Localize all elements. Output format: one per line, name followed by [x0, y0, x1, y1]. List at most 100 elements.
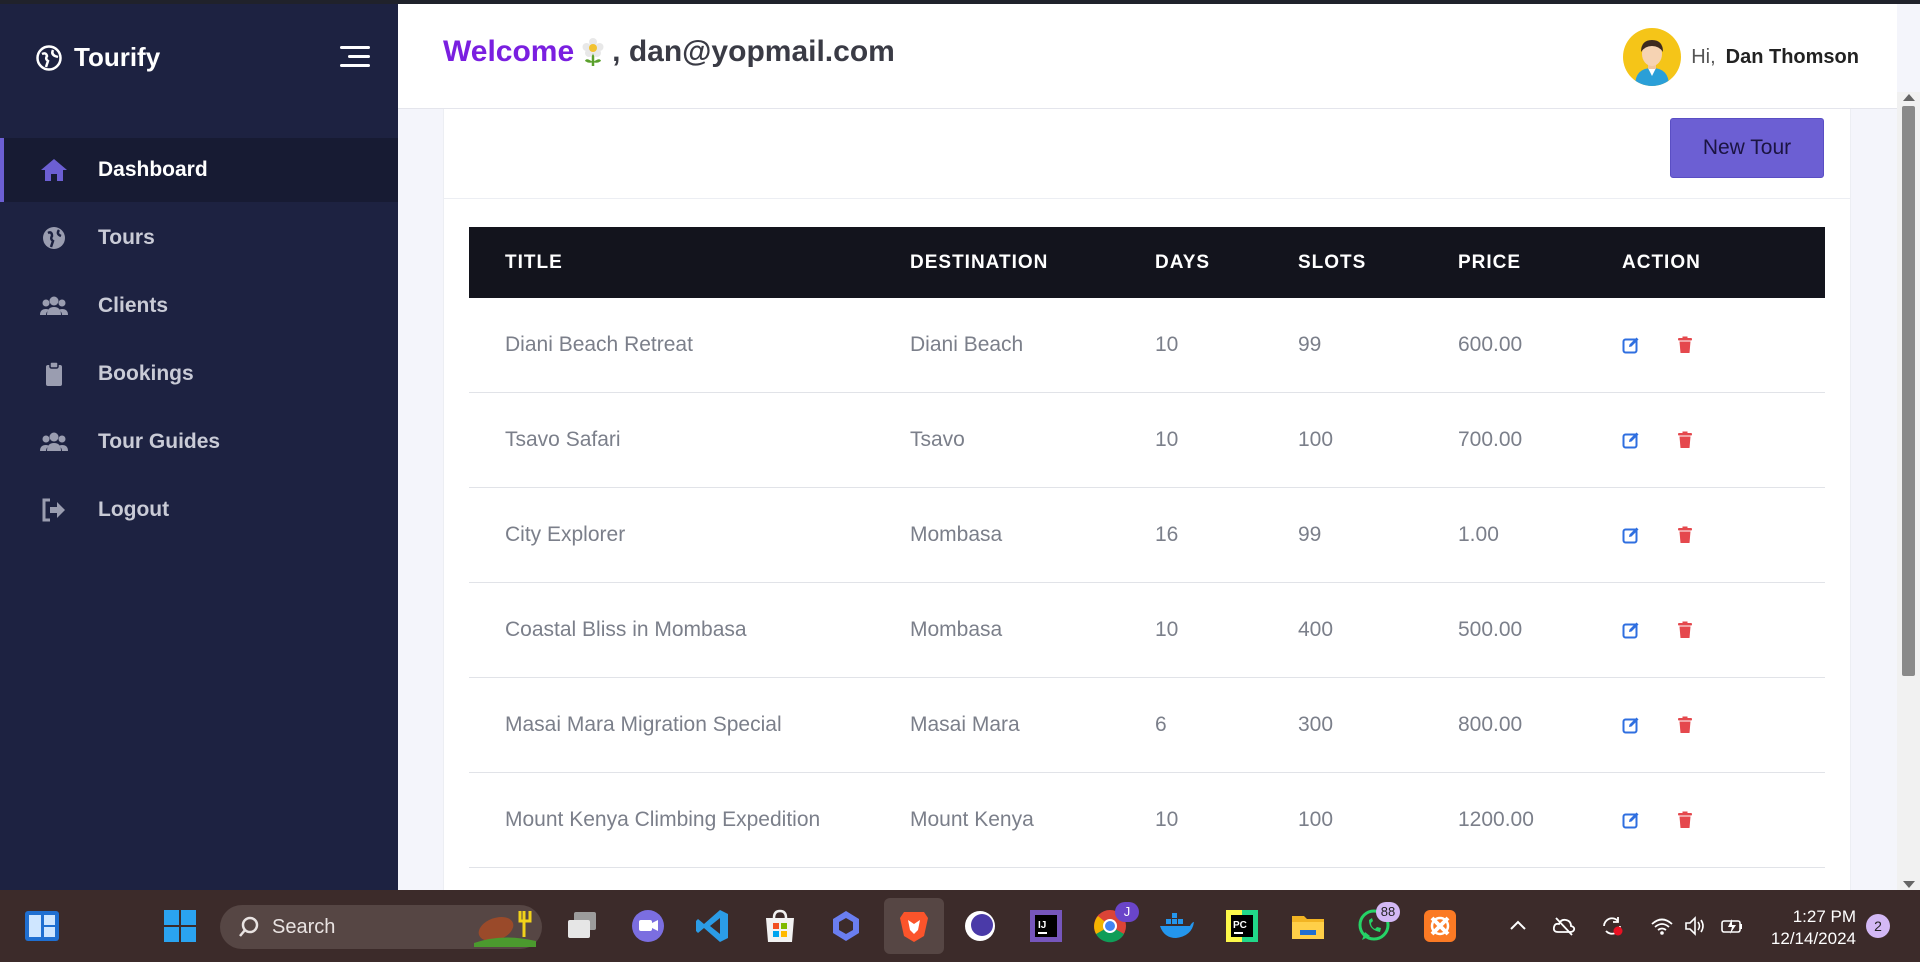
copilot-icon[interactable] [828, 908, 864, 944]
sidebar-item-logout[interactable]: Logout [0, 478, 398, 542]
search-icon [239, 916, 259, 937]
file-explorer-icon[interactable] [1290, 908, 1326, 944]
windows-start-icon[interactable] [162, 908, 198, 944]
page-scrollbar[interactable] [1897, 92, 1920, 890]
scroll-up-arrow-icon[interactable] [1903, 94, 1915, 101]
column-header-price[interactable]: PRICE [1458, 252, 1622, 274]
table-row: City Explorer Mombasa 16 99 1.00 [469, 488, 1825, 583]
sidebar-item-dashboard[interactable]: Dashboard [0, 138, 398, 202]
delete-icon[interactable] [1676, 431, 1694, 449]
pycharm-icon[interactable]: PC [1224, 908, 1260, 944]
edit-icon[interactable] [1622, 811, 1640, 829]
scroll-thumb[interactable] [1902, 106, 1915, 676]
chevron-up-icon[interactable] [1506, 915, 1530, 937]
sync-icon[interactable] [1600, 915, 1624, 937]
svg-text:PC: PC [1233, 920, 1247, 931]
battery-charging-icon[interactable] [1720, 915, 1744, 937]
clipboard-icon [46, 361, 62, 386]
cell-title: Coastal Bliss in Mombasa [505, 618, 747, 641]
whatsapp-unread-badge: 88 [1376, 902, 1400, 922]
table-row: Coastal Bliss in Mombasa Mombasa 10 400 … [469, 583, 1825, 678]
sidebar-item-clients[interactable]: Clients [0, 274, 398, 338]
delete-icon[interactable] [1676, 716, 1694, 734]
delete-icon[interactable] [1676, 336, 1694, 354]
users-icon [40, 296, 68, 315]
welcome-message: Welcome , dan@yopmail.com [443, 35, 895, 69]
user-name: Dan Thomson [1725, 45, 1859, 68]
edit-icon[interactable] [1622, 621, 1640, 639]
globe-icon [43, 227, 65, 249]
delete-icon[interactable] [1676, 526, 1694, 544]
cloud-offline-icon[interactable] [1552, 915, 1576, 937]
edit-icon[interactable] [1622, 716, 1640, 734]
cell-price: 1.00 [1458, 523, 1499, 546]
edit-icon[interactable] [1622, 336, 1640, 354]
clock-date: 12/14/2024 [1770, 929, 1856, 948]
scroll-down-arrow-icon[interactable] [1903, 881, 1915, 888]
clock-time: 1:27 PM [1792, 907, 1856, 926]
column-header-days[interactable]: DAYS [1155, 252, 1298, 274]
sidebar-item-bookings[interactable]: Bookings [0, 342, 398, 406]
table-row: Diani Beach Retreat Diani Beach 10 99 60… [469, 298, 1825, 393]
new-tour-button[interactable]: New Tour [1670, 118, 1824, 178]
card-toolbar: New Tour [444, 109, 1850, 199]
system-clock[interactable]: 1:27 PM 12/14/2024 [1764, 906, 1856, 950]
column-header-title[interactable]: TITLE [469, 252, 910, 274]
sidebar-item-label: Bookings [98, 362, 194, 385]
cell-slots: 100 [1298, 428, 1334, 451]
cell-title: Diani Beach Retreat [505, 333, 693, 356]
cell-days: 10 [1155, 618, 1179, 641]
brave-browser-icon[interactable] [896, 908, 932, 944]
cell-actions [1622, 716, 1825, 734]
task-view-icon[interactable] [564, 908, 600, 944]
sidebar: Tourify Dashboard Tours Clients Bookings… [0, 4, 398, 890]
docker-icon[interactable] [1158, 908, 1194, 944]
sidebar-nav: Dashboard Tours Clients Bookings Tour Gu… [0, 138, 398, 546]
widgets-icon[interactable] [24, 908, 60, 944]
column-header-slots[interactable]: SLOTS [1298, 252, 1458, 274]
user-menu[interactable]: Hi, Dan Thomson [1623, 28, 1859, 86]
wifi-icon[interactable] [1650, 915, 1674, 937]
cell-destination: Tsavo [910, 428, 965, 451]
xampp-icon[interactable] [1422, 908, 1458, 944]
windows-taskbar: Search IJ J PC 88 1:27 PM 12/14/2024 2 [0, 890, 1920, 962]
edit-icon[interactable] [1622, 526, 1640, 544]
cell-days: 6 [1155, 713, 1167, 736]
cell-actions [1622, 526, 1825, 544]
welcome-label: Welcome [443, 35, 575, 68]
menu-toggle-icon[interactable] [340, 46, 370, 68]
sidebar-item-tour-guides[interactable]: Tour Guides [0, 410, 398, 474]
edit-icon[interactable] [1622, 431, 1640, 449]
sidebar-item-label: Clients [98, 294, 169, 317]
sidebar-item-tours[interactable]: Tours [0, 206, 398, 270]
microsoft-store-icon[interactable] [762, 908, 798, 944]
cell-price: 500.00 [1458, 618, 1523, 641]
vscode-icon[interactable] [694, 908, 730, 944]
cell-slots: 99 [1298, 333, 1322, 356]
cell-actions [1622, 811, 1825, 829]
svg-text:IJ: IJ [1038, 920, 1046, 931]
table-row: Tsavo Safari Tsavo 10 100 700.00 [469, 393, 1825, 488]
cell-destination: Masai Mara [910, 713, 1020, 736]
brand[interactable]: Tourify [36, 42, 160, 73]
logout-icon [42, 498, 65, 522]
delete-icon[interactable] [1676, 811, 1694, 829]
cell-days: 10 [1155, 808, 1179, 831]
intellij-icon[interactable]: IJ [1028, 908, 1064, 944]
column-header-destination[interactable]: DESTINATION [910, 252, 1155, 274]
teams-meet-icon[interactable] [630, 908, 666, 944]
search-label: Search [272, 915, 336, 938]
sidebar-item-label: Tour Guides [98, 430, 221, 453]
cell-actions [1622, 621, 1825, 639]
notification-badge[interactable]: 2 [1866, 914, 1890, 938]
taskbar-search[interactable]: Search [220, 905, 542, 949]
cell-slots: 100 [1298, 808, 1334, 831]
column-header-action: ACTION [1622, 251, 1701, 273]
sidebar-item-label: Dashboard [98, 158, 208, 181]
delete-icon[interactable] [1676, 621, 1694, 639]
cell-slots: 400 [1298, 618, 1334, 641]
cell-price: 1200.00 [1458, 808, 1534, 831]
eclipse-app-icon[interactable] [962, 908, 998, 944]
cell-slots: 99 [1298, 523, 1322, 546]
volume-icon[interactable] [1684, 915, 1708, 937]
